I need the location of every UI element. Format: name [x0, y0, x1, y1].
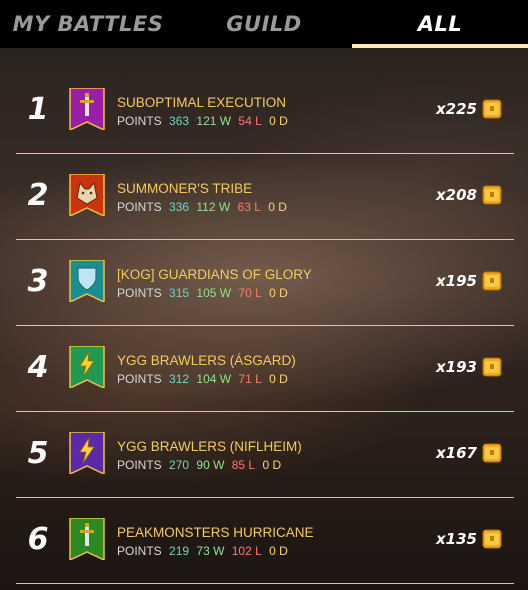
leaderboard-row[interactable]: 6 PEAKMONSTERS HURRICANE POINTS 219 73 W…: [16, 498, 514, 584]
reward-amount: x135: [436, 530, 477, 548]
draws-value: 0 D: [269, 372, 288, 386]
draws-value: 0 D: [269, 114, 288, 128]
losses-value: 70 L: [238, 286, 262, 300]
leaderboard-list: 1 SUBOPTIMAL EXECUTION POINTS 363 121 W …: [0, 68, 528, 584]
reward-amount: x167: [436, 444, 477, 462]
reward-amount: x193: [436, 358, 477, 376]
chest-icon: [482, 529, 502, 549]
points-label: POINTS: [117, 458, 162, 472]
wins-value: 105 W: [196, 286, 232, 300]
guild-name: PEAKMONSTERS HURRICANE: [117, 525, 314, 540]
guild-stats: POINTS 219 73 W 102 L 0 D: [117, 544, 292, 558]
points-label: POINTS: [117, 114, 162, 128]
guild-stats: POINTS 336 112 W 63 L 0 D: [117, 200, 291, 214]
leaderboard-row[interactable]: 5 YGG BRAWLERS (NIFLHEIM) POINTS 270 90 …: [16, 412, 514, 498]
guild-stats: POINTS 270 90 W 85 L 0 D: [117, 458, 285, 472]
points-value: 363: [169, 114, 190, 128]
leaderboard-row[interactable]: 4 YGG BRAWLERS (ÁSGARD) POINTS 312 104 W…: [16, 326, 514, 412]
guild-stats: POINTS 312 104 W 71 L 0 D: [117, 372, 292, 386]
losses-value: 71 L: [238, 372, 262, 386]
chest-icon: [482, 271, 502, 291]
leaderboard-row[interactable]: 3 [KOG] GUARDIANS OF GLORY POINTS 315 10…: [16, 240, 514, 326]
tab-guild[interactable]: GUILD: [176, 0, 352, 48]
points-label: POINTS: [117, 286, 162, 300]
points-label: POINTS: [117, 372, 162, 386]
draws-value: 0 D: [268, 200, 287, 214]
points-label: POINTS: [117, 544, 162, 558]
guild-name: SUBOPTIMAL EXECUTION: [117, 95, 287, 110]
reward-amount: x195: [436, 272, 477, 290]
guild-banner-shield-icon: [69, 260, 105, 302]
points-value: 270: [169, 458, 190, 472]
losses-value: 85 L: [231, 458, 256, 472]
losses-value: 54 L: [238, 114, 262, 128]
guild-stats: POINTS 363 121 W 54 L 0 D: [117, 114, 292, 128]
wins-value: 73 W: [196, 544, 225, 558]
points-value: 219: [169, 544, 190, 558]
tab-my-battles[interactable]: MY BATTLES: [0, 0, 176, 48]
guild-name: YGG BRAWLERS (ÁSGARD): [117, 353, 296, 368]
points-label: POINTS: [117, 200, 162, 214]
losses-value: 63 L: [237, 200, 261, 214]
guild-banner-wolf-icon: [69, 174, 105, 216]
chest-icon: [482, 99, 502, 119]
leaderboard-row[interactable]: 2 SUMMONER'S TRIBE POINTS 336 112 W 63 L…: [16, 154, 514, 240]
wins-value: 90 W: [196, 458, 225, 472]
wins-value: 121 W: [196, 114, 232, 128]
reward: x193: [436, 356, 502, 378]
points-value: 315: [169, 286, 190, 300]
reward: x135: [436, 528, 502, 550]
wins-value: 104 W: [196, 372, 232, 386]
rank-number: 3: [27, 264, 49, 299]
draws-value: 0 D: [262, 458, 282, 472]
chest-icon: [482, 357, 502, 377]
guild-name: [KOG] GUARDIANS OF GLORY: [117, 267, 312, 282]
draws-value: 0 D: [269, 286, 288, 300]
reward-amount: x225: [436, 100, 477, 118]
guild-banner-lightning-icon: [69, 432, 105, 474]
tab-bar: MY BATTLES GUILD ALL: [0, 0, 528, 48]
guild-banner-sword-icon: [69, 88, 105, 130]
guild-banner-lightning-icon: [69, 346, 105, 388]
rank-number: 6: [27, 522, 49, 557]
draws-value: 0 D: [269, 544, 288, 558]
reward: x225: [436, 98, 502, 120]
points-value: 336: [169, 200, 190, 214]
guild-banner-sword-icon: [69, 518, 105, 560]
guild-name: SUMMONER'S TRIBE: [117, 181, 253, 196]
rank-number: 5: [27, 436, 49, 471]
wins-value: 112 W: [196, 200, 231, 214]
reward: x208: [436, 184, 502, 206]
chest-icon: [482, 443, 502, 463]
rank-number: 2: [27, 178, 49, 213]
points-value: 312: [169, 372, 190, 386]
rank-number: 1: [27, 92, 49, 127]
chest-icon: [482, 185, 502, 205]
guild-name: YGG BRAWLERS (NIFLHEIM): [117, 439, 302, 454]
rank-number: 4: [27, 350, 49, 385]
reward-amount: x208: [436, 186, 477, 204]
reward: x195: [436, 270, 502, 292]
losses-value: 102 L: [231, 544, 262, 558]
reward: x167: [436, 442, 502, 464]
leaderboard-row[interactable]: 1 SUBOPTIMAL EXECUTION POINTS 363 121 W …: [16, 68, 514, 154]
guild-stats: POINTS 315 105 W 70 L 0 D: [117, 286, 292, 300]
tab-all[interactable]: ALL: [352, 0, 528, 48]
